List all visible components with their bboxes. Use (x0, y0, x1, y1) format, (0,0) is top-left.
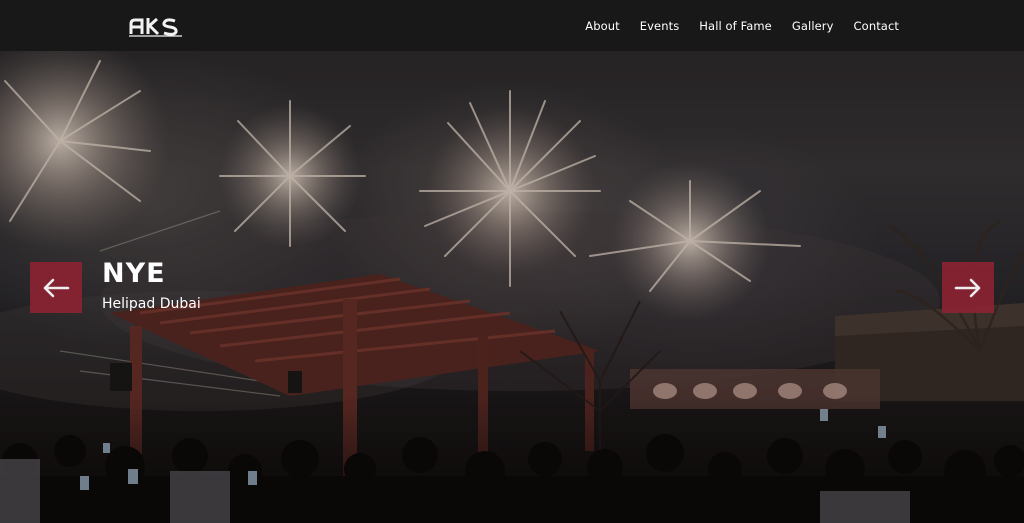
nav-link-gallery[interactable]: Gallery (792, 19, 834, 33)
arrow-left-icon (43, 278, 70, 297)
logo[interactable] (128, 14, 184, 38)
slider-next-button[interactable] (942, 262, 994, 313)
slide-caption: NYE Helipad Dubai (102, 257, 201, 312)
nav-link-contact[interactable]: Contact (854, 19, 899, 33)
nav-link-about[interactable]: About (585, 19, 620, 33)
slide-subtitle: Helipad Dubai (102, 296, 201, 312)
slide-title: NYE (102, 258, 166, 289)
arrow-right-icon (954, 278, 981, 297)
navbar: About Events Hall of Fame Gallery Contac… (0, 0, 1024, 51)
main-nav: About Events Hall of Fame Gallery Contac… (585, 0, 899, 51)
nav-link-hall-of-fame[interactable]: Hall of Fame (699, 19, 772, 33)
hero-slider: NYE Helipad Dubai (0, 51, 1024, 523)
nav-link-events[interactable]: Events (640, 19, 680, 33)
slider-prev-button[interactable] (30, 262, 82, 313)
